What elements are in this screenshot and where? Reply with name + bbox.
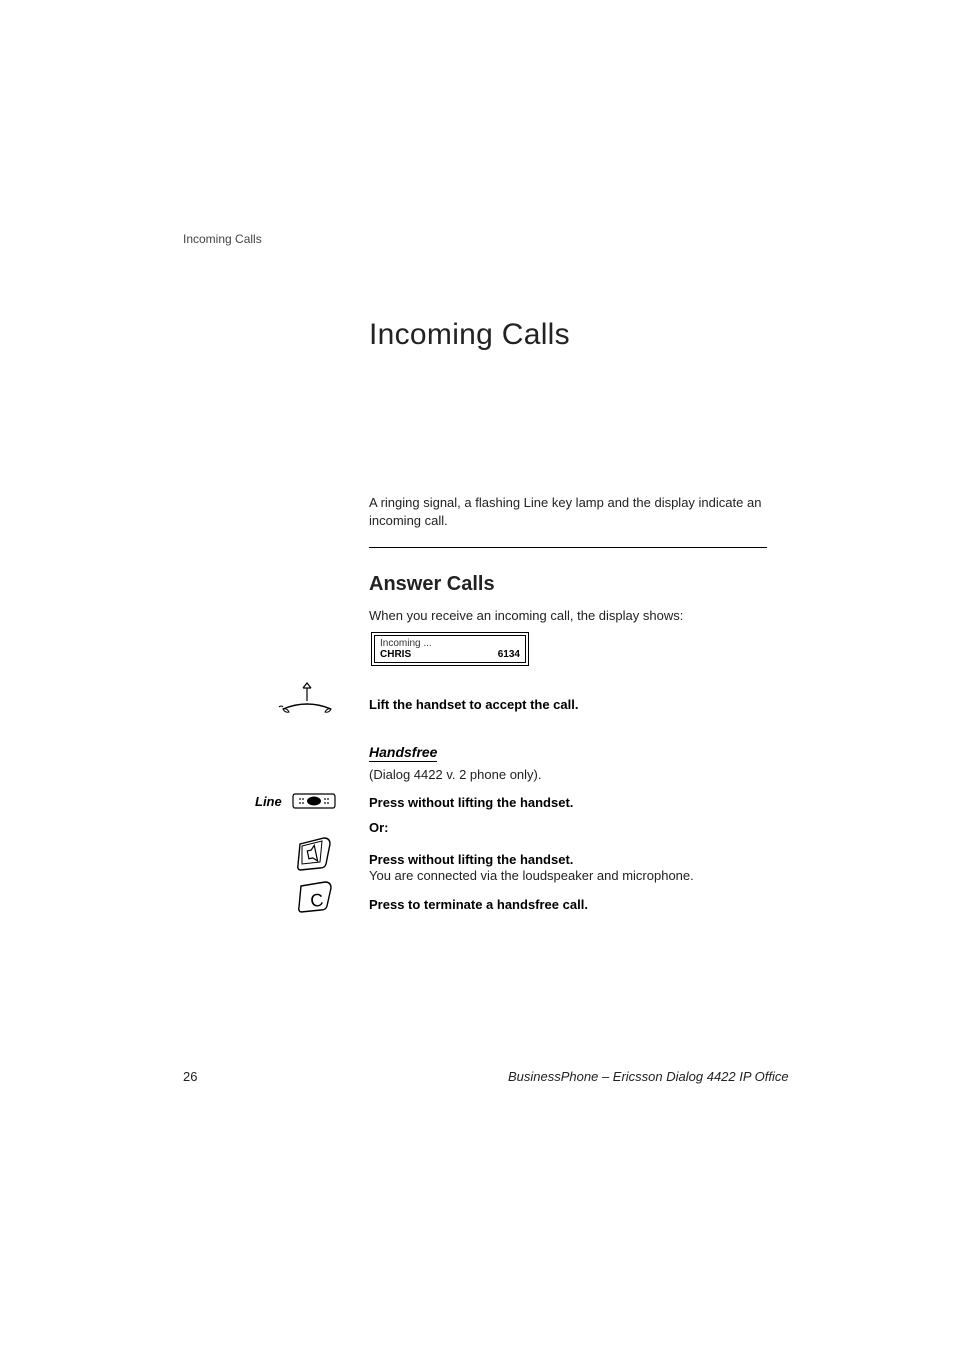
display-line1: Incoming ... (380, 638, 520, 649)
handset-offhook-icon (277, 682, 337, 714)
divider (369, 547, 767, 548)
section-heading: Answer Calls (369, 573, 495, 596)
press-without-lifting-1: Press without lifting the handset. (369, 795, 573, 810)
line-key-icon (291, 790, 337, 812)
lift-handset-text: Lift the handset to accept the call. (369, 697, 578, 712)
speaker-key-icon (296, 836, 336, 874)
or-text: Or: (369, 820, 389, 835)
footer-doc-title: BusinessPhone – Ericsson Dialog 4422 IP … (508, 1069, 789, 1084)
handsfree-heading: Handsfree (369, 744, 437, 762)
section-lead: When you receive an incoming call, the d… (369, 608, 683, 623)
phone-display-inner: Incoming ... CHRIS 6134 (374, 635, 526, 663)
display-caller-name: CHRIS (380, 649, 411, 660)
intro-text: A ringing signal, a flashing Line key la… (369, 494, 769, 530)
svg-text:C: C (309, 890, 324, 911)
line-key-label: Line (255, 794, 282, 809)
page-number: 26 (183, 1069, 197, 1084)
phone-display-box: Incoming ... CHRIS 6134 (371, 632, 529, 666)
handsfree-note: (Dialog 4422 v. 2 phone only). (369, 767, 541, 782)
terminate-text: Press to terminate a handsfree call. (369, 897, 588, 912)
breadcrumb: Incoming Calls (183, 232, 262, 246)
display-line2: CHRIS 6134 (380, 649, 520, 660)
display-caller-number: 6134 (498, 649, 520, 660)
document-page: Incoming Calls Incoming Calls A ringing … (0, 0, 954, 1351)
page-title: Incoming Calls (369, 318, 570, 352)
clear-key-icon: C (297, 880, 337, 916)
press-without-lifting-2: Press without lifting the handset. (369, 852, 573, 867)
connected-text: You are connected via the loudspeaker an… (369, 868, 694, 883)
